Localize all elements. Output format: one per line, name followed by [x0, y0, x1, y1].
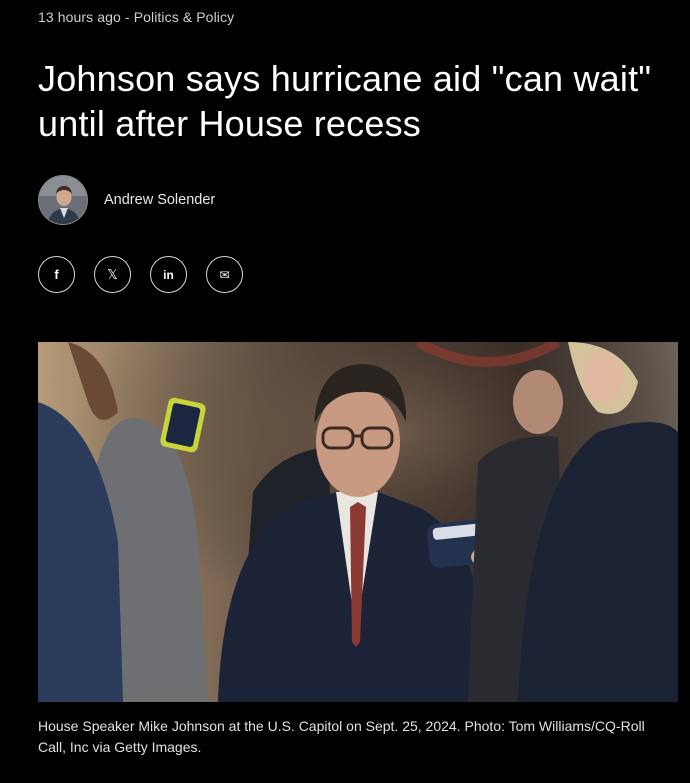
- article-meta: 13 hours ago - Politics & Policy: [38, 9, 234, 25]
- x-icon: 𝕏: [107, 266, 118, 282]
- share-facebook-button[interactable]: f: [38, 256, 75, 293]
- category-link[interactable]: Politics & Policy: [134, 9, 235, 25]
- share-x-button[interactable]: 𝕏: [94, 256, 131, 293]
- author-photo: [39, 176, 87, 224]
- timestamp: 13 hours ago: [38, 9, 121, 25]
- photo-caption: House Speaker Mike Johnson at the U.S. C…: [38, 718, 645, 755]
- linkedin-icon: in: [163, 267, 174, 282]
- byline: Andrew Solender: [38, 175, 215, 225]
- share-email-button[interactable]: ✉: [206, 256, 243, 293]
- email-icon: ✉: [219, 267, 230, 282]
- share-bar: f 𝕏 in ✉: [38, 256, 243, 293]
- author-name[interactable]: Andrew Solender: [104, 192, 215, 208]
- author-avatar[interactable]: [38, 175, 88, 225]
- facebook-icon: f: [54, 267, 59, 282]
- article-photo: [38, 342, 678, 702]
- share-linkedin-button[interactable]: in: [150, 256, 187, 293]
- article-headline: Johnson says hurricane aid "can wait" un…: [38, 58, 652, 144]
- press-photo-illustration: [38, 342, 678, 702]
- meta-separator: -: [120, 9, 134, 25]
